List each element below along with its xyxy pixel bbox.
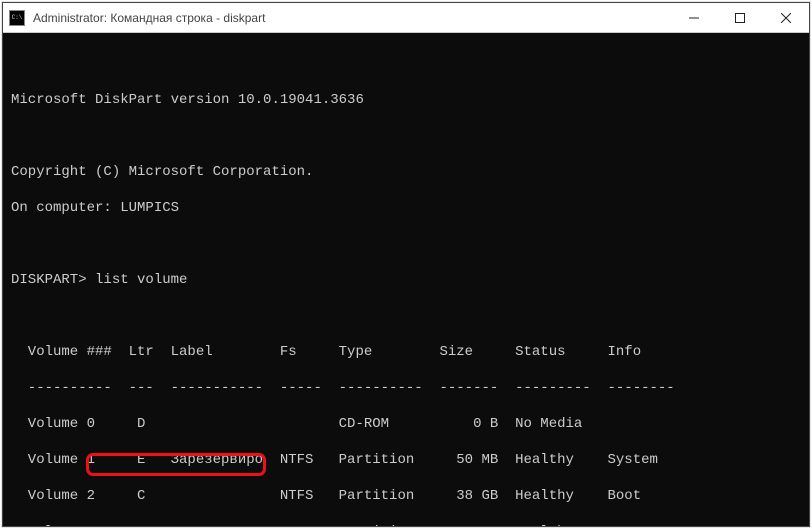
table-row: Volume 1 E Зарезервиро NTFS Partition 50… bbox=[11, 451, 801, 469]
window-title: Administrator: Командная строка - diskpa… bbox=[31, 11, 671, 25]
table-separator: ---------- --- ----------- ----- -------… bbox=[11, 379, 801, 397]
terminal-line: DISKPART> list volume bbox=[11, 271, 801, 289]
minimize-icon bbox=[689, 13, 699, 23]
maximize-button[interactable] bbox=[717, 3, 763, 32]
window-controls bbox=[671, 3, 809, 32]
table-row: Volume 3 F NTFS Partition 4096 MB Health… bbox=[11, 523, 801, 526]
table-row: Volume 2 C NTFS Partition 38 GB Healthy … bbox=[11, 487, 801, 505]
terminal-line: On computer: LUMPICS bbox=[11, 199, 801, 217]
command-prompt-window: Administrator: Командная строка - diskpa… bbox=[2, 2, 810, 527]
close-button[interactable] bbox=[763, 3, 809, 32]
terminal-line bbox=[11, 127, 801, 145]
titlebar[interactable]: Administrator: Командная строка - diskpa… bbox=[3, 3, 809, 33]
minimize-button[interactable] bbox=[671, 3, 717, 32]
terminal-output[interactable]: Microsoft DiskPart version 10.0.19041.36… bbox=[3, 33, 809, 526]
terminal-line bbox=[11, 307, 801, 325]
close-icon bbox=[781, 13, 791, 23]
terminal-line bbox=[11, 235, 801, 253]
terminal-line: Copyright (C) Microsoft Corporation. bbox=[11, 163, 801, 181]
terminal-line bbox=[11, 55, 801, 73]
maximize-icon bbox=[735, 13, 745, 23]
app-icon-slot bbox=[3, 10, 31, 26]
cmd-icon bbox=[9, 10, 25, 26]
table-row: Volume 0 D CD-ROM 0 B No Media bbox=[11, 415, 801, 433]
terminal-line: Microsoft DiskPart version 10.0.19041.36… bbox=[11, 91, 801, 109]
table-header: Volume ### Ltr Label Fs Type Size Status… bbox=[11, 343, 801, 361]
